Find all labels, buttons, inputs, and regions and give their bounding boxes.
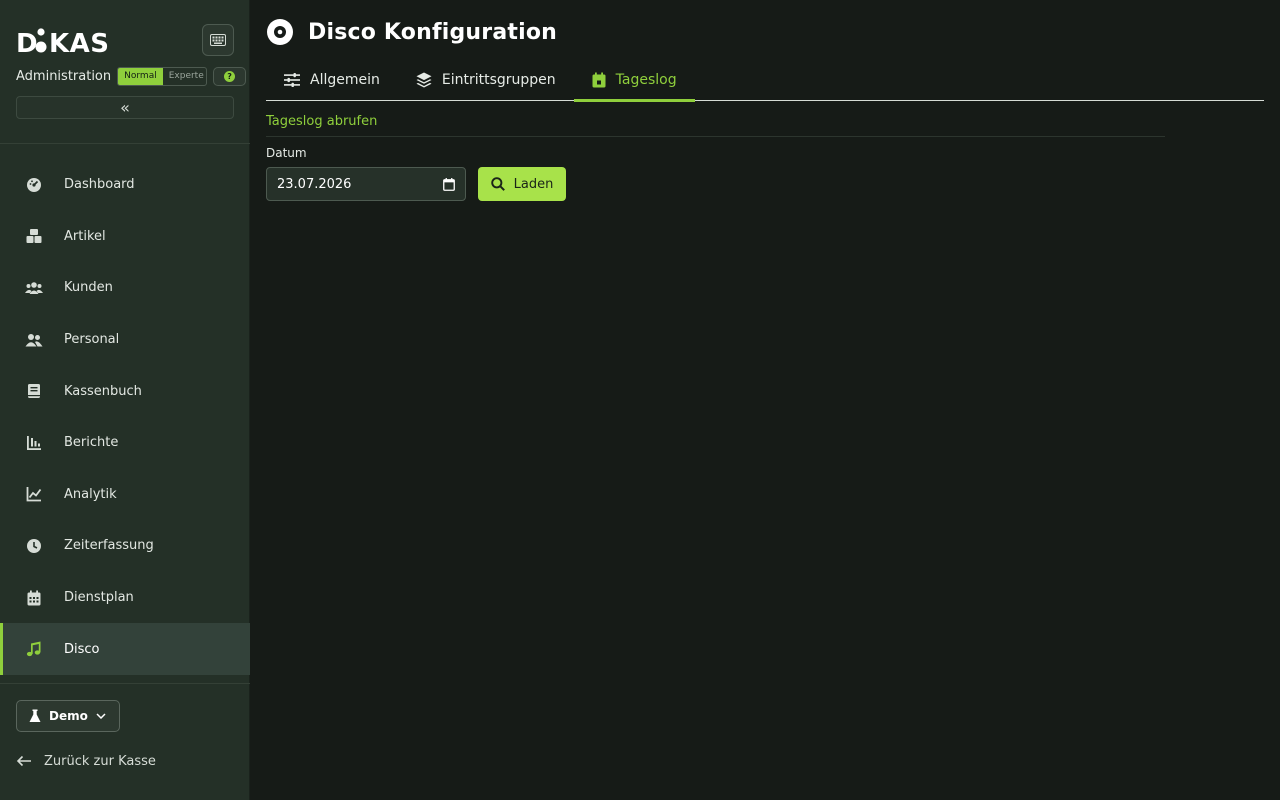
section-label: Administration (16, 68, 112, 84)
calendar-picker-icon[interactable] (443, 177, 455, 191)
date-label: Datum (266, 146, 307, 160)
bar-chart-icon (24, 433, 44, 453)
logo-wordmark: D KAS (16, 28, 110, 59)
sidebar-item-label: Zeiterfassung (64, 538, 154, 554)
tab-label: Tageslog (615, 72, 677, 88)
load-button[interactable]: Laden (478, 167, 566, 201)
section-title: Tageslog abrufen (266, 114, 378, 129)
sidebar-item-artikel[interactable]: Artikel (0, 211, 250, 263)
sliders-icon (284, 73, 300, 87)
sidebar-divider (0, 143, 250, 144)
keyboard-icon (210, 34, 226, 46)
date-value: 23.07.2026 (277, 176, 352, 192)
calendar-day-icon (592, 72, 606, 88)
admin-row: Administration Normal Experte ? (16, 66, 246, 86)
layers-icon (416, 72, 432, 88)
load-button-label: Laden (513, 176, 554, 192)
sidebar-item-label: Berichte (64, 435, 119, 451)
sidebar-item-kassenbuch[interactable]: Kassenbuch (0, 365, 250, 417)
sidebar-item-analytik[interactable]: Analytik (0, 469, 250, 521)
sidebar-item-personal[interactable]: Personal (0, 314, 250, 366)
sidebar-item-label: Analytik (64, 486, 117, 502)
clock-icon (24, 536, 44, 556)
line-chart-icon (24, 484, 44, 504)
arrow-left-icon (16, 755, 31, 767)
back-link-label: Zurück zur Kasse (44, 753, 156, 769)
back-to-register-link[interactable]: Zurück zur Kasse (16, 751, 156, 771)
sidebar: D KAS Administration Normal Experte ? « … (0, 0, 250, 800)
dashboard-icon (24, 175, 44, 195)
sidebar-item-label: Artikel (64, 228, 106, 244)
tab-tageslog[interactable]: Tageslog (573, 60, 695, 102)
sidebar-item-label: Kassenbuch (64, 383, 142, 399)
date-input[interactable]: 23.07.2026 (266, 167, 466, 201)
sidebar-item-dienstplan[interactable]: Dienstplan (0, 572, 250, 624)
sidebar-item-label: Disco (64, 641, 100, 657)
environment-dropdown[interactable]: Demo (16, 700, 120, 732)
sidebar-item-berichte[interactable]: Berichte (0, 417, 250, 469)
sidebar-item-dashboard[interactable]: Dashboard (0, 159, 250, 211)
mode-normal-option[interactable]: Normal (118, 67, 163, 85)
users-group-icon (24, 278, 44, 298)
chevron-down-icon (96, 713, 106, 719)
disc-icon (267, 19, 293, 45)
tab-allgemein[interactable]: Allgemein (266, 60, 398, 100)
flask-icon (29, 709, 41, 722)
sidebar-item-label: Kunden (64, 280, 113, 296)
mode-expert-option[interactable]: Experte (163, 68, 207, 85)
sidebar-item-kunden[interactable]: Kunden (0, 262, 250, 314)
search-icon (490, 177, 505, 191)
sidebar-item-label: Dienstplan (64, 590, 134, 606)
calendar-icon (24, 588, 44, 608)
help-button[interactable]: ? (213, 66, 246, 86)
music-note-icon (24, 639, 44, 659)
sidebar-item-label: Personal (64, 332, 120, 348)
sidebar-item-zeiterfassung[interactable]: Zeiterfassung (0, 520, 250, 572)
mode-toggle: Normal Experte (117, 66, 208, 86)
sidebar-item-disco[interactable]: Disco (0, 623, 250, 675)
page-header: Disco Konfiguration (266, 18, 557, 46)
sidebar-nav: Dashboard Artikel Kunden Personal Kassen… (0, 159, 250, 675)
book-icon (24, 381, 44, 401)
staff-icon (24, 330, 44, 350)
keyboard-button[interactable] (202, 24, 234, 56)
app-logo: D KAS (16, 28, 120, 62)
tab-eintrittsgruppen[interactable]: Eintrittsgruppen (398, 60, 574, 100)
double-chevron-left-icon: « (120, 98, 130, 117)
tab-label: Eintrittsgruppen (441, 72, 556, 88)
svg-text:KAS: KAS (49, 29, 110, 56)
page-title: Disco Konfiguration (308, 19, 558, 45)
section-divider (266, 136, 1165, 137)
help-icon: ? (224, 70, 236, 82)
collapse-sidebar-button[interactable]: « (16, 96, 234, 119)
tab-label: Allgemein (310, 72, 380, 88)
svg-text:D: D (16, 29, 38, 56)
boxes-icon (24, 226, 44, 246)
tab-bar: Allgemein Eintrittsgruppen Tageslog (266, 60, 1264, 102)
logo-row: D KAS (16, 24, 234, 59)
sidebar-item-label: Dashboard (64, 177, 135, 193)
environment-label: Demo (49, 709, 88, 723)
sidebar-divider-bottom (0, 683, 250, 684)
